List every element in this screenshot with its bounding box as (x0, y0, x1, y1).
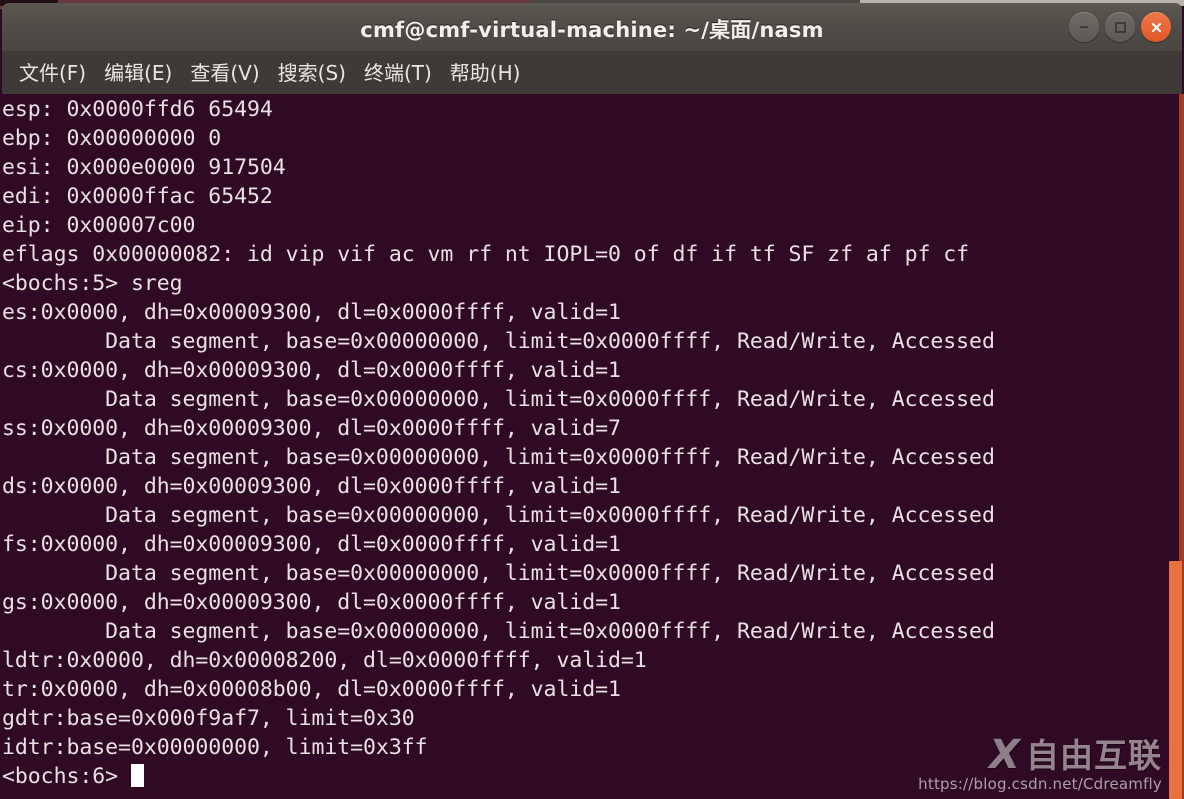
maximize-icon (1114, 21, 1126, 33)
watermark-x-icon: X (989, 732, 1020, 778)
terminal-line: edi: 0x0000ffac 65452 (2, 184, 273, 209)
menu-view[interactable]: 查看(V) (181, 61, 268, 85)
terminal-line: Data segment, base=0x00000000, limit=0x0… (2, 387, 995, 412)
watermark-logo-text: 自由互联 (1026, 735, 1162, 775)
terminal-window: cmf@cmf-virtual-machine: ~/桌面/nasm 文件(F)… (0, 0, 1184, 799)
title-bar[interactable]: cmf@cmf-virtual-machine: ~/桌面/nasm (2, 3, 1182, 51)
terminal-line: eflags 0x00000082: id vip vif ac vm rf n… (2, 242, 970, 267)
terminal-line: eip: 0x00007c00 (2, 213, 196, 238)
terminal-line: ldtr:0x0000, dh=0x00008200, dl=0x0000fff… (2, 648, 647, 673)
menu-help[interactable]: 帮助(H) (441, 61, 530, 85)
terminal-output-area[interactable]: esp: 0x0000ffd6 65494 ebp: 0x00000000 0 es… (0, 94, 1184, 799)
terminal-line: Data segment, base=0x00000000, limit=0x0… (2, 445, 995, 470)
terminal-line: tr:0x0000, dh=0x00008b00, dl=0x0000ffff,… (2, 677, 621, 702)
close-button[interactable] (1141, 12, 1171, 42)
window-controls (1069, 12, 1171, 42)
scrollbar-thumb[interactable] (1169, 561, 1182, 799)
terminal-line: Data segment, base=0x00000000, limit=0x0… (2, 561, 995, 586)
terminal-line: gs:0x0000, dh=0x00009300, dl=0x0000ffff,… (2, 590, 621, 615)
terminal-prompt: <bochs:6> (2, 764, 131, 789)
terminal-prompt-line: <bochs:6> (2, 762, 995, 791)
watermark-url: https://blog.csdn.net/Cdreamfly (918, 775, 1162, 793)
terminal-text: esp: 0x0000ffd6 65494 ebp: 0x00000000 0 es… (0, 95, 995, 791)
terminal-line: Data segment, base=0x00000000, limit=0x0… (2, 619, 995, 644)
terminal-line: ebp: 0x00000000 0 (2, 126, 222, 151)
menu-terminal[interactable]: 终端(T) (355, 61, 441, 85)
terminal-line: fs:0x0000, dh=0x00009300, dl=0x0000ffff,… (2, 532, 621, 557)
terminal-line: ds:0x0000, dh=0x00009300, dl=0x0000ffff,… (2, 474, 621, 499)
terminal-line: es:0x0000, dh=0x00009300, dl=0x0000ffff,… (2, 300, 621, 325)
terminal-line: esi: 0x000e0000 917504 (2, 155, 286, 180)
terminal-line: gdtr:base=0x000f9af7, limit=0x30 (2, 706, 415, 731)
maximize-button[interactable] (1105, 12, 1135, 42)
terminal-line: idtr:base=0x00000000, limit=0x3ff (2, 735, 428, 760)
terminal-line: cs:0x0000, dh=0x00009300, dl=0x0000ffff,… (2, 358, 621, 383)
window-title: cmf@cmf-virtual-machine: ~/桌面/nasm (360, 18, 824, 42)
menu-search[interactable]: 搜索(S) (269, 61, 355, 85)
menu-edit[interactable]: 编辑(E) (95, 61, 181, 85)
terminal-line: Data segment, base=0x00000000, limit=0x0… (2, 329, 995, 354)
minimize-button[interactable] (1069, 12, 1099, 42)
close-icon (1151, 22, 1161, 32)
watermark: X 自由互联 https://blog.csdn.net/Cdreamfly (918, 732, 1162, 793)
menu-bar: 文件(F) 编辑(E) 查看(V) 搜索(S) 终端(T) 帮助(H) (2, 51, 1182, 94)
menu-file[interactable]: 文件(F) (10, 61, 95, 85)
terminal-cursor (130, 764, 144, 787)
terminal-line: Data segment, base=0x00000000, limit=0x0… (2, 503, 995, 528)
terminal-line: esp: 0x0000ffd6 65494 (2, 97, 273, 122)
terminal-line: ss:0x0000, dh=0x00009300, dl=0x0000ffff,… (2, 416, 621, 441)
terminal-line: <bochs:5> sreg (2, 271, 183, 296)
minimize-icon (1079, 26, 1089, 28)
